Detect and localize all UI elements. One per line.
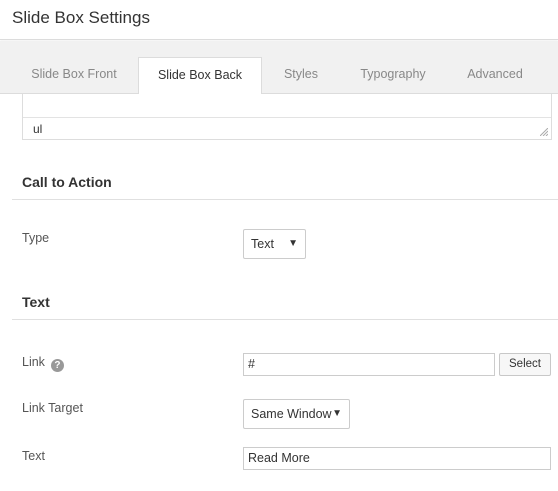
tab-slide-box-back[interactable]: Slide Box Back [138, 57, 262, 95]
link-label-text: Link [22, 355, 45, 369]
settings-panel: ul Call to Action Type Text ▼ Text Link?… [0, 94, 558, 491]
tab-bar: Slide Box Front Slide Box Back Styles Ty… [0, 41, 558, 95]
dialog-header: Slide Box Settings [0, 0, 558, 40]
caret-down-icon: ▼ [332, 408, 342, 419]
caret-down-icon: ▼ [288, 238, 298, 249]
type-select[interactable]: Text ▼ [243, 229, 306, 259]
tab-typography[interactable]: Typography [348, 57, 438, 94]
editor-text: ul [33, 122, 43, 136]
type-select-value: Text [251, 237, 274, 251]
dialog-title: Slide Box Settings [12, 8, 150, 27]
link-input[interactable]: # [243, 353, 495, 376]
tab-slide-box-front[interactable]: Slide Box Front [18, 57, 130, 94]
link-target-select[interactable]: Same Window ▼ [243, 399, 350, 429]
link-target-label: Link Target [22, 401, 83, 415]
type-label: Type [22, 231, 50, 245]
section-heading-text: Text [22, 294, 50, 310]
resize-grip-icon[interactable] [540, 128, 548, 136]
link-target-select-value: Same Window [251, 407, 332, 421]
editor-line-divider [23, 117, 551, 118]
section-divider [12, 319, 558, 320]
tab-styles[interactable]: Styles [272, 57, 330, 94]
content-editor[interactable]: ul [22, 94, 552, 140]
question-circle-icon[interactable]: ? [50, 359, 64, 372]
text-input[interactable]: Read More [243, 447, 551, 470]
link-label: Link? [22, 355, 64, 372]
tab-advanced[interactable]: Advanced [458, 57, 532, 94]
text-label: Text [22, 449, 45, 463]
section-divider [12, 199, 558, 200]
section-heading-call-to-action: Call to Action [22, 174, 112, 190]
select-link-button[interactable]: Select [499, 353, 551, 376]
